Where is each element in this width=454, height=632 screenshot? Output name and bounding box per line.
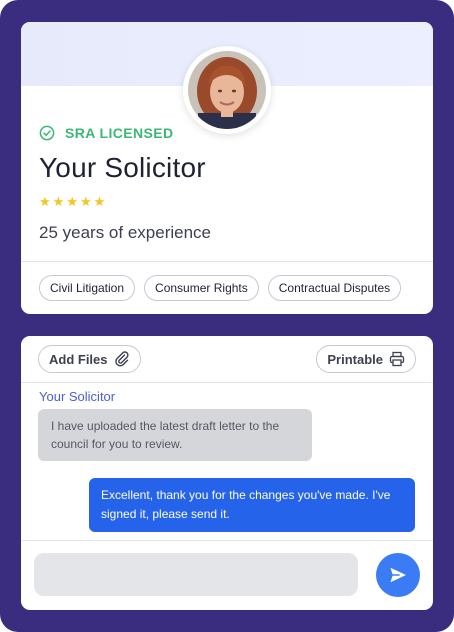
chat-toolbar: Add Files Printable	[21, 336, 433, 383]
avatar	[183, 46, 271, 134]
star-icon: ★	[39, 194, 51, 209]
send-icon	[390, 567, 406, 583]
message-sender-name: Your Solicitor	[39, 389, 116, 404]
printable-label: Printable	[327, 351, 383, 367]
star-icon: ★	[52, 194, 65, 209]
outgoing-message: Excellent, thank you for the changes you…	[89, 478, 415, 532]
avatar-photo	[188, 51, 266, 129]
specialty-tags: Civil Litigation Consumer Rights Contrac…	[39, 275, 402, 301]
page-frame: SRA LICENSED Your Solicitor ★ ★ ★ ★ ★ 25…	[0, 0, 454, 632]
tag-civil-litigation: Civil Litigation	[39, 275, 136, 301]
paperclip-icon	[114, 351, 129, 367]
printer-icon	[389, 351, 405, 367]
solicitor-profile-card: SRA LICENSED Your Solicitor ★ ★ ★ ★ ★ 25…	[21, 22, 433, 314]
license-label: SRA LICENSED	[65, 125, 174, 141]
send-button[interactable]	[376, 553, 420, 597]
chat-panel: Add Files Printable Your Solicitor I hav…	[21, 336, 433, 610]
tag-contractual-disputes: Contractual Disputes	[267, 275, 402, 301]
incoming-message: I have uploaded the latest draft letter …	[38, 409, 312, 461]
divider	[21, 261, 433, 262]
add-files-label: Add Files	[49, 351, 108, 367]
add-files-button[interactable]: Add Files	[38, 345, 141, 373]
divider	[21, 540, 433, 541]
solicitor-name: Your Solicitor	[39, 152, 206, 183]
tag-consumer-rights: Consumer Rights	[144, 275, 259, 301]
star-icon: ★	[66, 194, 78, 209]
rating-stars: ★ ★ ★ ★ ★	[39, 195, 105, 209]
experience-text: 25 years of experience	[39, 223, 211, 242]
license-status: SRA LICENSED	[39, 124, 174, 142]
star-icon: ★	[93, 194, 106, 209]
message-input[interactable]	[34, 553, 358, 596]
star-icon: ★	[79, 194, 92, 209]
printable-button[interactable]: Printable	[316, 345, 416, 373]
check-circle-icon	[39, 125, 55, 141]
